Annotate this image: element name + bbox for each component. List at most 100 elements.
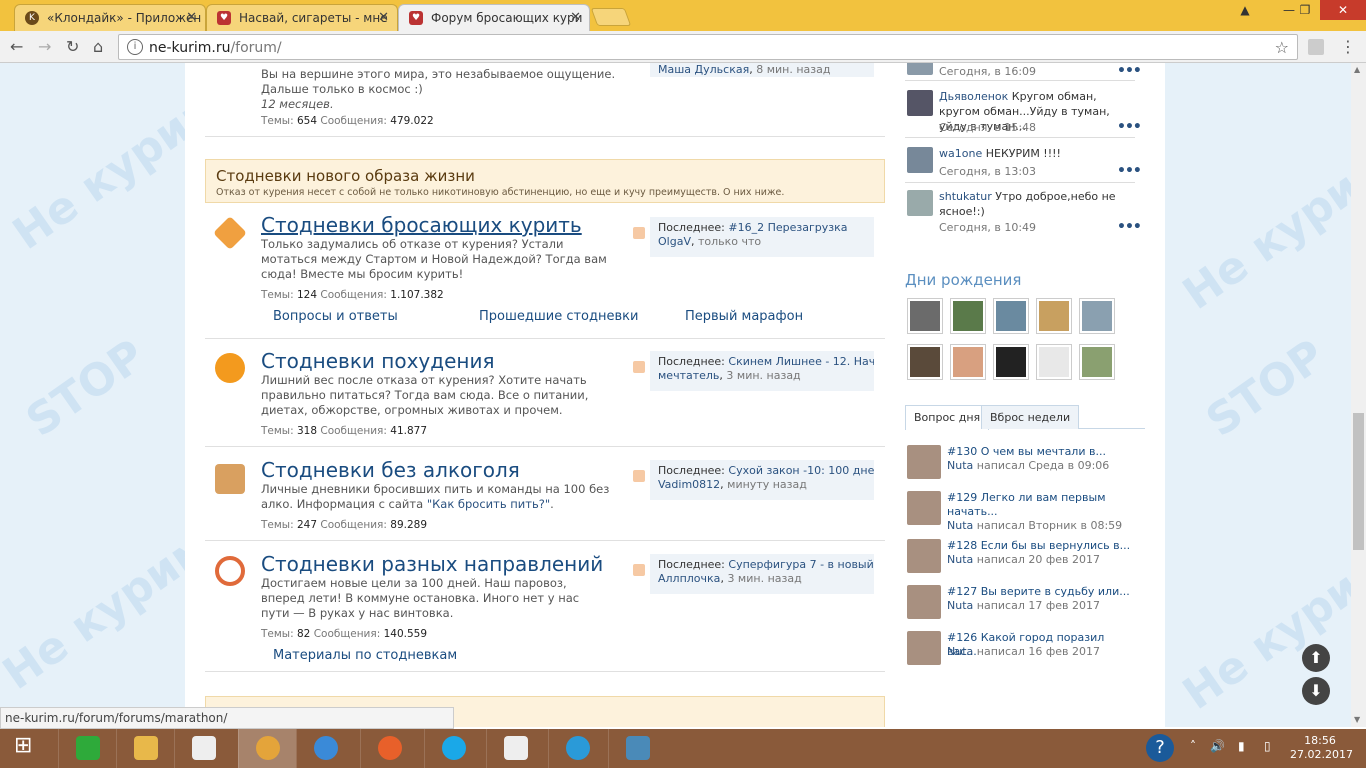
desc-link[interactable]: "Как бросить пить?" bbox=[427, 497, 550, 511]
menu-icon[interactable]: ⋮ bbox=[1340, 37, 1356, 56]
post-user[interactable]: wa1one bbox=[939, 147, 982, 160]
tab-question-of-day[interactable]: Вопрос дня bbox=[905, 405, 990, 430]
question-user[interactable]: Nuta bbox=[947, 553, 973, 566]
taskbar-file[interactable] bbox=[174, 729, 232, 768]
question-user[interactable]: Nuta bbox=[947, 459, 973, 472]
question-user[interactable]: Nuta bbox=[947, 519, 973, 532]
signal-icon[interactable]: ▮ bbox=[1238, 739, 1245, 753]
last-post-user[interactable]: Маша Дульская bbox=[658, 63, 749, 76]
page-scrollbar[interactable]: ▲ ▼ bbox=[1351, 63, 1366, 727]
bookmark-star-icon[interactable]: ☆ bbox=[1275, 38, 1289, 57]
more-icon[interactable]: ••• bbox=[1117, 219, 1142, 235]
tab-klondike[interactable]: K «Клондайк» - Приложен ✕ bbox=[14, 4, 206, 31]
back-icon[interactable]: ← bbox=[10, 37, 23, 56]
taskbar-document[interactable] bbox=[486, 729, 544, 768]
question-title[interactable]: #130 О чем вы мечтали в... bbox=[947, 445, 1137, 459]
close-icon[interactable]: ✕ bbox=[378, 10, 389, 25]
scroll-up-arrow-icon[interactable]: ▲ bbox=[1354, 65, 1360, 74]
forum-title[interactable]: Стодневки похудения bbox=[261, 349, 495, 373]
question-title[interactable]: #127 Вы верите в судьбу или... bbox=[947, 585, 1137, 599]
question-title[interactable]: #128 Если бы вы вернулись в... bbox=[947, 539, 1137, 553]
volume-icon[interactable]: 🔊 bbox=[1210, 739, 1225, 753]
sublink-materials[interactable]: Материалы по стодневкам bbox=[273, 648, 457, 663]
more-icon[interactable]: ••• bbox=[1117, 163, 1142, 179]
scroll-up-button[interactable]: ⬆ bbox=[1302, 644, 1330, 672]
avatar[interactable] bbox=[907, 491, 941, 525]
avatar[interactable] bbox=[907, 63, 933, 75]
question-user[interactable]: Nuta bbox=[947, 645, 973, 658]
clock[interactable]: 18:56 27.02.2017 bbox=[1290, 734, 1353, 762]
rss-icon[interactable] bbox=[633, 564, 645, 576]
close-window-button[interactable]: ✕ bbox=[1320, 0, 1366, 20]
avatar[interactable] bbox=[907, 445, 941, 479]
taskbar-chrome[interactable] bbox=[238, 729, 296, 768]
user-icon[interactable]: ▲ bbox=[1230, 0, 1260, 20]
last-post-thread[interactable]: Суперфигура 7 - в новый го... bbox=[728, 558, 874, 571]
last-post-thread[interactable]: #16_2 Перезагрузка bbox=[728, 221, 847, 234]
question-title[interactable]: #129 Легко ли вам первым начать... bbox=[947, 491, 1107, 519]
avatar[interactable] bbox=[907, 147, 933, 173]
avatar[interactable] bbox=[907, 585, 941, 619]
birthday-avatar[interactable] bbox=[1036, 344, 1072, 380]
close-icon[interactable]: ✕ bbox=[570, 10, 581, 25]
taskbar-store[interactable] bbox=[58, 729, 116, 768]
address-bar[interactable]: i ne-kurim.ru/forum/ ☆ bbox=[118, 34, 1298, 60]
last-post-user[interactable]: OlgaV bbox=[658, 235, 691, 248]
avatar[interactable] bbox=[907, 631, 941, 665]
scrollbar-thumb[interactable] bbox=[1353, 413, 1364, 550]
sublink-qa[interactable]: Вопросы и ответы bbox=[273, 309, 398, 324]
info-icon[interactable]: i bbox=[127, 39, 143, 55]
rss-icon[interactable] bbox=[633, 470, 645, 482]
extension-icon[interactable] bbox=[1308, 39, 1324, 55]
scroll-down-arrow-icon[interactable]: ▼ bbox=[1354, 715, 1360, 724]
maximize-button[interactable]: ❐ bbox=[1290, 0, 1320, 20]
birthday-avatar[interactable] bbox=[1079, 344, 1115, 380]
taskbar-skype[interactable] bbox=[424, 729, 482, 768]
question-user[interactable]: Nuta bbox=[947, 599, 973, 612]
rss-icon[interactable] bbox=[633, 361, 645, 373]
taskbar-mail[interactable] bbox=[116, 729, 174, 768]
avatar[interactable] bbox=[907, 190, 933, 216]
avatar[interactable] bbox=[907, 539, 941, 573]
taskbar-firefox[interactable] bbox=[360, 729, 418, 768]
rss-icon[interactable] bbox=[633, 227, 645, 239]
forward-icon[interactable]: → bbox=[38, 37, 51, 56]
tab-forum[interactable]: ♥ Форум бросающих кури ✕ bbox=[398, 4, 590, 31]
new-tab-button[interactable] bbox=[590, 8, 632, 26]
tray-arrow-icon[interactable]: ˄ bbox=[1190, 739, 1196, 753]
birthday-avatar[interactable] bbox=[950, 298, 986, 334]
birthday-avatar[interactable] bbox=[950, 344, 986, 380]
forum-title[interactable]: Стодневки без алкоголя bbox=[261, 458, 520, 482]
last-post-user[interactable]: Аллплочка bbox=[658, 572, 720, 585]
birthday-avatar[interactable] bbox=[1036, 298, 1072, 334]
avatar[interactable] bbox=[907, 90, 933, 116]
help-icon[interactable]: ? bbox=[1146, 734, 1174, 762]
last-post-thread[interactable]: Сухой закон -10: 100 дней б... bbox=[728, 464, 874, 477]
last-post-user[interactable]: мечтатель bbox=[658, 369, 719, 382]
taskbar-photos[interactable] bbox=[608, 729, 666, 768]
tab-week-post[interactable]: Вброс недели bbox=[981, 405, 1080, 429]
more-icon[interactable]: ••• bbox=[1117, 63, 1142, 79]
birthday-avatar[interactable] bbox=[1079, 298, 1115, 334]
more-icon[interactable]: ••• bbox=[1117, 119, 1142, 135]
post-user[interactable]: Дьяволенок bbox=[939, 90, 1008, 103]
last-post-user[interactable]: Vadim0812 bbox=[658, 478, 720, 491]
taskbar-telegram[interactable] bbox=[548, 729, 606, 768]
sublink-first-marathon[interactable]: Первый марафон bbox=[685, 309, 803, 324]
home-icon[interactable]: ⌂ bbox=[93, 37, 103, 56]
start-button[interactable]: ⊞ bbox=[0, 729, 58, 768]
close-icon[interactable]: ✕ bbox=[186, 10, 197, 25]
reload-icon[interactable]: ↻ bbox=[66, 37, 79, 56]
taskbar-ie[interactable] bbox=[296, 729, 354, 768]
forum-title[interactable]: Стодневки разных направлений bbox=[261, 552, 603, 576]
forum-title[interactable]: Стодневки бросающих курить bbox=[261, 213, 582, 237]
birthday-avatar[interactable] bbox=[907, 298, 943, 334]
last-post-thread[interactable]: Скинем Лишнее - 12. Начал... bbox=[728, 355, 874, 368]
birthday-avatar[interactable] bbox=[993, 344, 1029, 380]
battery-icon[interactable]: ▯ bbox=[1264, 739, 1271, 753]
scroll-down-button[interactable]: ⬇ bbox=[1302, 677, 1330, 705]
tab-nasvay[interactable]: ♥ Насвай, сигареты - мне ✕ bbox=[206, 4, 398, 31]
post-user[interactable]: shtukatur bbox=[939, 190, 992, 203]
birthday-avatar[interactable] bbox=[907, 344, 943, 380]
birthday-avatar[interactable] bbox=[993, 298, 1029, 334]
